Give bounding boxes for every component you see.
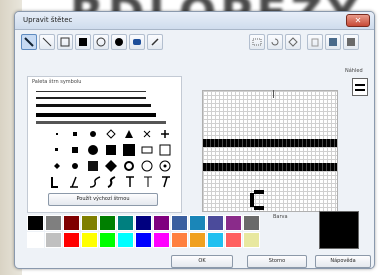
circle-target-icon[interactable] xyxy=(158,159,172,173)
color-swatch[interactable] xyxy=(207,215,224,231)
tool-fill-icon[interactable] xyxy=(129,34,145,50)
tool-filled-rectangle-icon[interactable] xyxy=(75,34,91,50)
symbol-palette: Paleta štrn symbolu Použít výchozí štrno… xyxy=(27,76,182,213)
color-label: Barva xyxy=(273,214,288,220)
color-swatch[interactable] xyxy=(63,232,80,248)
x-mark-icon[interactable] xyxy=(140,127,154,141)
tool-ellipse-icon[interactable] xyxy=(93,34,109,50)
square-small-icon[interactable] xyxy=(50,143,64,157)
color-swatch[interactable] xyxy=(171,232,188,248)
circle-outline-icon[interactable] xyxy=(140,159,154,173)
selected-color-swatch[interactable] xyxy=(319,211,359,249)
brush-editor-grid[interactable] xyxy=(202,90,338,212)
title-bar: Upravit štětec ✕ xyxy=(15,12,374,30)
square-outline-icon[interactable] xyxy=(158,143,172,157)
close-button[interactable]: ✕ xyxy=(346,14,370,27)
square-large-icon[interactable] xyxy=(104,143,118,157)
tool-eyedropper-icon[interactable] xyxy=(147,34,163,50)
diamond-outline-icon[interactable] xyxy=(104,127,118,141)
color-swatch[interactable] xyxy=(135,215,152,231)
circle-large-icon[interactable] xyxy=(86,143,100,157)
tool-clear-icon[interactable] xyxy=(343,34,359,50)
brush-strokes-row[interactable] xyxy=(50,175,174,189)
tool-image-icon[interactable] xyxy=(325,34,341,50)
preview-box xyxy=(352,78,368,96)
ok-button[interactable]: OK xyxy=(171,255,233,268)
square-medium-icon[interactable] xyxy=(68,143,82,157)
dot-small-icon[interactable] xyxy=(50,127,64,141)
color-swatch[interactable] xyxy=(153,232,170,248)
edit-brush-dialog: Upravit štětec ✕ Paleta štrn symbolu Pou… xyxy=(14,11,375,269)
color-swatch[interactable] xyxy=(135,232,152,248)
color-swatch[interactable] xyxy=(45,232,62,248)
tool-rotate-icon[interactable] xyxy=(267,34,283,50)
plus-icon[interactable] xyxy=(158,127,172,141)
tool-copy-icon[interactable] xyxy=(307,34,323,50)
preview-label: Náhled xyxy=(345,68,363,74)
tool-flip-icon[interactable] xyxy=(285,34,301,50)
tool-filled-ellipse-icon[interactable] xyxy=(111,34,127,50)
tool-rectangle-icon[interactable] xyxy=(57,34,73,50)
color-swatch[interactable] xyxy=(189,232,206,248)
dialog-title: Upravit štětec xyxy=(23,16,73,24)
color-palette xyxy=(27,215,287,249)
brush-band-bottom xyxy=(203,163,337,171)
circle-dot-icon[interactable] xyxy=(86,127,100,141)
color-swatch[interactable] xyxy=(153,215,170,231)
help-button[interactable]: Nápověda xyxy=(315,255,371,268)
color-swatch[interactable] xyxy=(189,215,206,231)
color-swatch[interactable] xyxy=(225,215,242,231)
color-swatch[interactable] xyxy=(45,215,62,231)
square-dark-icon[interactable] xyxy=(86,159,100,173)
brush-band-top xyxy=(203,139,337,147)
dot-medium-icon[interactable] xyxy=(68,127,82,141)
color-swatch[interactable] xyxy=(27,215,44,231)
circle-medium-icon[interactable] xyxy=(68,159,82,173)
use-default-shape-button[interactable]: Použít výchozí štrnou xyxy=(48,193,158,206)
triangle-icon[interactable] xyxy=(122,127,136,141)
color-swatch[interactable] xyxy=(207,232,224,248)
color-swatch[interactable] xyxy=(63,215,80,231)
color-swatch[interactable] xyxy=(117,232,134,248)
color-swatch[interactable] xyxy=(225,232,242,248)
color-swatch[interactable] xyxy=(99,232,116,248)
tool-line-icon[interactable] xyxy=(21,34,37,50)
diamond-large-icon[interactable] xyxy=(104,159,118,173)
color-swatch[interactable] xyxy=(99,215,116,231)
color-swatch[interactable] xyxy=(171,215,188,231)
tool-thin-line-icon[interactable] xyxy=(39,34,55,50)
color-swatch[interactable] xyxy=(27,232,44,248)
cancel-button[interactable]: Storno xyxy=(247,255,307,268)
color-swatch[interactable] xyxy=(243,232,260,248)
color-swatch[interactable] xyxy=(117,215,134,231)
rectangle-outline-icon[interactable] xyxy=(140,143,154,157)
color-swatch[interactable] xyxy=(81,232,98,248)
color-swatch[interactable] xyxy=(243,215,260,231)
tool-select-icon[interactable] xyxy=(249,34,265,50)
color-swatch[interactable] xyxy=(81,215,98,231)
square-xl-icon[interactable] xyxy=(122,143,136,157)
toolbar xyxy=(21,34,370,52)
grid-center-marker-top xyxy=(273,90,274,98)
brush-center-c-glyph xyxy=(250,190,264,210)
line-width-samples[interactable] xyxy=(36,89,174,125)
circle-ring-icon[interactable] xyxy=(122,159,136,173)
symbol-palette-title: Paleta štrn symbolu xyxy=(32,79,82,85)
diamond-small-icon[interactable] xyxy=(50,159,64,173)
